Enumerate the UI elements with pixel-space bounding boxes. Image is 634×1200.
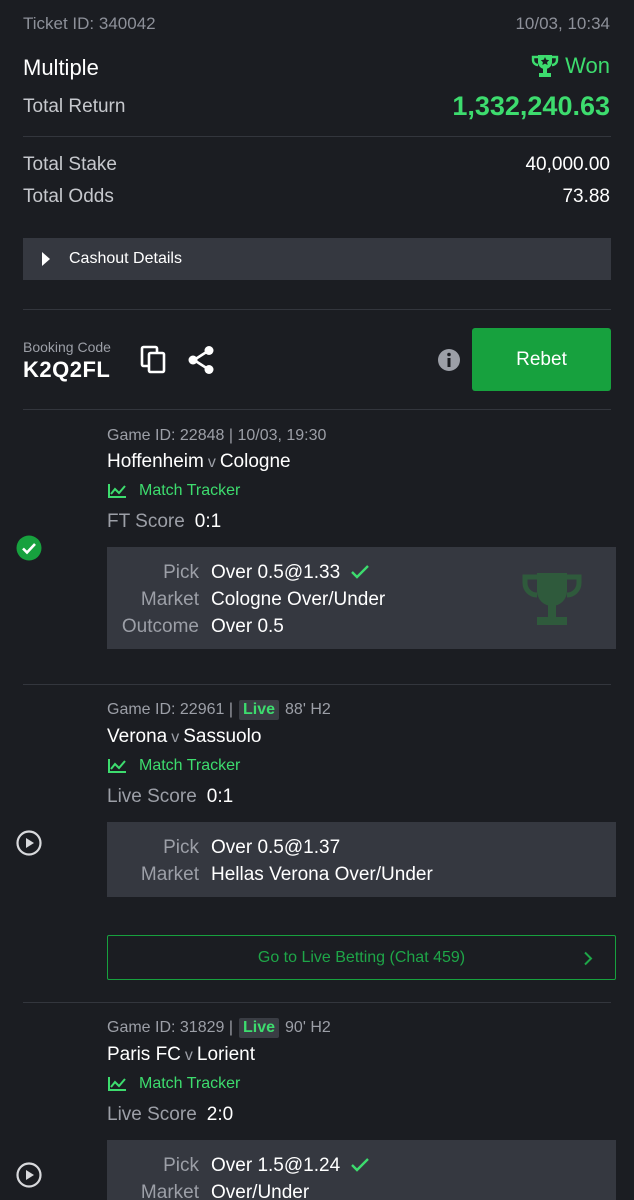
score-value: 0:1: [194, 511, 222, 532]
go-to-live-betting-button[interactable]: Go to Live Betting (Chat 459): [107, 935, 616, 980]
status-badge: Won: [531, 53, 610, 79]
live-betting-label: Go to Live Betting (Chat 459): [257, 948, 466, 966]
match-tracker-label: Match Tracker: [139, 1075, 241, 1092]
trophy-watermark-icon: [522, 573, 582, 625]
pick-row: Pick Over 0.5@1.37: [107, 837, 340, 859]
divider: [23, 409, 611, 410]
match-teams[interactable]: Verona v Sassuolo: [107, 726, 261, 748]
market-label: Market: [140, 864, 199, 885]
total-return-label: Total Return: [23, 96, 126, 117]
market-value: Over/Under: [211, 1182, 310, 1200]
match-time: 90' H2: [285, 1019, 331, 1036]
market-row: Market Hellas Verona Over/Under: [107, 864, 433, 886]
match-teams[interactable]: Paris FC v Lorient: [107, 1044, 255, 1066]
score-label: Live Score: [107, 1104, 197, 1125]
pick-row: Pick Over 0.5@1.33: [107, 562, 370, 584]
booking-code: K2Q2FL: [23, 357, 111, 382]
check-icon: [351, 565, 369, 579]
pick-row: Pick Over 1.5@1.24: [107, 1155, 370, 1177]
market-label: Market: [140, 1182, 199, 1200]
total-stake-value: 40,000.00: [525, 154, 610, 175]
game-id: Game ID: 22961 | Live 88' H2: [107, 700, 331, 720]
booking-code-label: Booking Code: [23, 339, 111, 355]
bet-type: Multiple: [23, 55, 99, 80]
total-odds-value: 73.88: [562, 186, 610, 207]
match-tracker-link[interactable]: Match Tracker: [107, 482, 240, 500]
versus: v: [184, 1047, 193, 1064]
chart-line-icon: [108, 1077, 126, 1091]
chart-line-icon: [108, 484, 126, 498]
divider: [23, 684, 611, 685]
check-circle-icon: [16, 535, 42, 561]
versus: v: [171, 729, 180, 746]
score-value: 2:0: [206, 1104, 234, 1125]
divider: [23, 136, 611, 137]
game-id: Game ID: 22848 | 10/03, 19:30: [107, 427, 327, 444]
home-team: Hoffenheim: [107, 451, 204, 472]
total-return-value: 1,332,240.63: [452, 91, 610, 121]
game-id-text: Game ID: 22961 |: [107, 701, 233, 718]
home-team: Verona: [107, 726, 168, 747]
score-value: 0:1: [206, 786, 234, 807]
pick-label: Pick: [163, 1155, 199, 1176]
check-icon: [351, 1158, 369, 1172]
match-tracker-link[interactable]: Match Tracker: [107, 757, 240, 775]
outcome-value: Over 0.5: [211, 616, 284, 637]
ticket-date: 10/03, 10:34: [515, 14, 610, 33]
match-teams[interactable]: Hoffenheim v Cologne: [107, 451, 291, 473]
market-row: Market Over/Under: [107, 1182, 309, 1200]
pick-label: Pick: [163, 837, 199, 858]
outcome-row: Outcome Over 0.5: [107, 616, 284, 638]
away-team: Sassuolo: [183, 726, 262, 747]
chevron-right-icon: [584, 951, 593, 966]
score-line: Live Score 0:1: [107, 786, 233, 808]
pick-details: Pick Over 0.5@1.37 Market Hellas Verona …: [107, 822, 616, 897]
match-tracker-link[interactable]: Match Tracker: [107, 1075, 240, 1093]
away-team: Cologne: [219, 451, 291, 472]
pick-details: Pick Over 1.5@1.24 Market Over/Under: [107, 1140, 616, 1200]
pick-label: Pick: [163, 562, 199, 583]
match-tracker-label: Match Tracker: [139, 757, 241, 774]
rebet-button[interactable]: Rebet: [472, 328, 611, 391]
cashout-details-toggle[interactable]: Cashout Details: [23, 238, 611, 280]
game-id-text: Game ID: 31829 |: [107, 1019, 233, 1036]
play-circle-icon: [16, 1162, 42, 1188]
score-label: FT Score: [107, 511, 185, 532]
ticket-id: Ticket ID: 340042: [23, 14, 156, 33]
outcome-label: Outcome: [121, 616, 199, 637]
pick-value: Over 0.5@1.37: [211, 837, 341, 858]
chart-line-icon: [108, 759, 126, 773]
score-label: Live Score: [107, 786, 197, 807]
score-line: FT Score 0:1: [107, 511, 221, 533]
pick-value: Over 1.5@1.24: [211, 1155, 341, 1176]
live-badge: Live: [239, 1018, 280, 1038]
share-icon[interactable]: [186, 345, 216, 375]
away-team: Lorient: [196, 1044, 256, 1065]
trophy-icon: [531, 55, 559, 77]
game-id: Game ID: 31829 | Live 90' H2: [107, 1018, 331, 1038]
versus: v: [207, 454, 216, 471]
caret-right-icon: [42, 252, 50, 266]
total-stake-label: Total Stake: [23, 154, 117, 175]
home-team: Paris FC: [107, 1044, 181, 1065]
market-label: Market: [140, 589, 199, 610]
info-icon[interactable]: [437, 348, 461, 372]
total-odds-label: Total Odds: [23, 186, 114, 207]
divider: [23, 1002, 611, 1003]
market-row: Market Cologne Over/Under: [107, 589, 385, 611]
divider: [23, 309, 611, 310]
match-time: 88' H2: [285, 701, 331, 718]
pick-details: Pick Over 0.5@1.33 Market Cologne Over/U…: [107, 547, 616, 649]
score-line: Live Score 2:0: [107, 1104, 233, 1126]
play-circle-icon: [16, 830, 42, 856]
live-badge: Live: [239, 700, 280, 720]
cashout-details-label: Cashout Details: [69, 250, 182, 267]
status-label: Won: [565, 53, 610, 78]
pick-value: Over 0.5@1.33: [211, 562, 341, 583]
copy-icon[interactable]: [140, 345, 168, 375]
market-value: Cologne Over/Under: [211, 589, 386, 610]
market-value: Hellas Verona Over/Under: [211, 864, 433, 885]
match-tracker-label: Match Tracker: [139, 482, 241, 499]
